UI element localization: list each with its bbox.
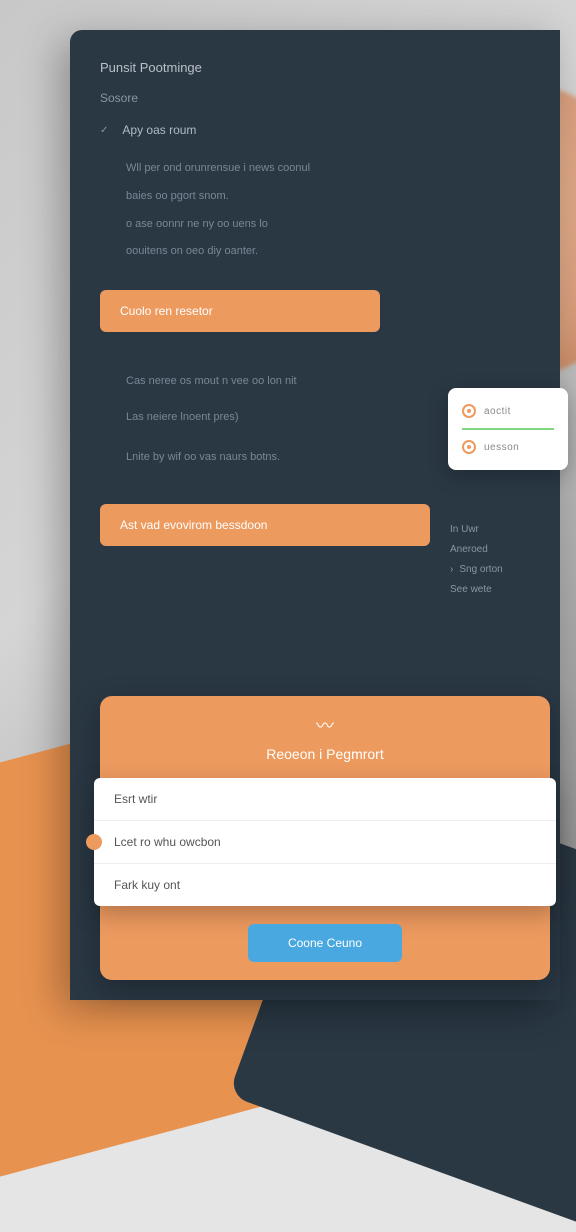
check-row: ✓ Apy oas roum — [100, 123, 530, 137]
widget-label-1: aoctit — [484, 406, 511, 417]
side-list: In Uwr Aneroed Sng orton See wete — [450, 520, 560, 600]
side-list-item[interactable]: See wete — [450, 580, 560, 600]
radio-icon — [462, 404, 476, 418]
check-icon: ✓ — [100, 125, 108, 136]
body-line-2: baies oo pgort snom. — [100, 187, 530, 207]
radio-icon — [462, 440, 476, 454]
primary-button-1[interactable]: Cuolo ren resetor — [100, 290, 380, 332]
side-list-item[interactable]: In Uwr — [450, 520, 560, 540]
panel-subtitle: Sosore — [100, 91, 530, 105]
primary-button-2[interactable]: Ast vad evovirom bessdoon — [100, 504, 430, 546]
card-title: Reoeon i Pegmrort — [100, 746, 550, 762]
panel-title: Punsit Pootminge — [100, 60, 530, 75]
body-line-1: Wll per ond orunrensue i news coonul — [100, 159, 530, 179]
widget-label-2: uesson — [484, 442, 519, 453]
widget-divider — [462, 428, 554, 430]
wave-icon: 〰 — [100, 712, 550, 738]
dropdown-item[interactable]: Fark kuy ont — [94, 864, 556, 906]
widget-row-2[interactable]: uesson — [462, 436, 554, 458]
submit-button[interactable]: Coone Ceuno — [248, 924, 402, 962]
main-panel: Punsit Pootminge Sosore ✓ Apy oas roum W… — [70, 30, 560, 1000]
dropdown-list: Esrt wtir Lcet ro whu owcbon Fark kuy on… — [94, 778, 556, 906]
body-line-3: o ase oonnr ne ny oo uens lo — [100, 215, 530, 235]
dropdown-item-selected[interactable]: Lcet ro whu owcbon — [94, 821, 556, 864]
dropdown-item[interactable]: Esrt wtir — [94, 778, 556, 821]
side-list-item-active[interactable]: Sng orton — [450, 560, 560, 580]
body-line-4: oouitens on oeo diy oanter. — [100, 242, 530, 262]
bottom-card: 〰 Reoeon i Pegmrort Esrt wtir Lcet ro wh… — [100, 696, 550, 980]
widget-row-1[interactable]: aoctit — [462, 400, 554, 422]
status-widget: aoctit uesson — [448, 388, 568, 470]
side-list-item[interactable]: Aneroed — [450, 540, 560, 560]
check-text: Apy oas roum — [122, 123, 196, 137]
